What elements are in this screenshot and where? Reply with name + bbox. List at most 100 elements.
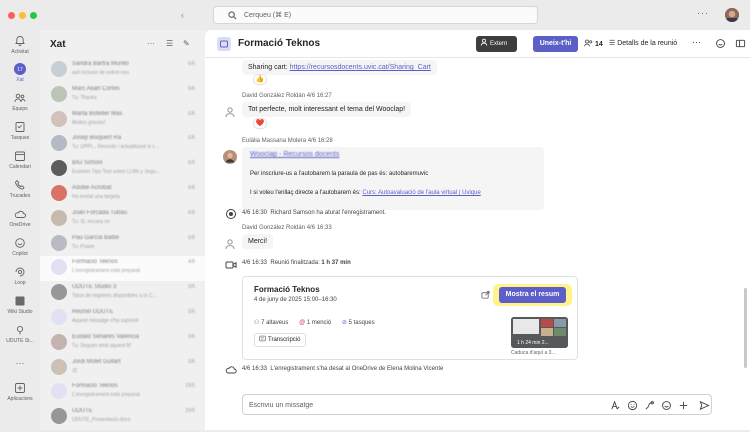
system-time: 4/6 16:33 <box>242 366 268 372</box>
rail-onedrive[interactable]: OneDrive <box>0 208 40 228</box>
cloud-icon <box>14 210 26 218</box>
search-icon <box>228 11 237 20</box>
share-icon[interactable] <box>481 290 490 299</box>
more-options-icon[interactable]: ··· <box>147 39 155 48</box>
rail-onedrive-label: OneDrive <box>9 222 31 228</box>
tasks-icon <box>15 122 25 132</box>
transcript-button[interactable]: Transcripció <box>254 333 307 347</box>
search-input[interactable]: Cerqueu (⌘ E) <box>213 6 538 24</box>
rail-calls[interactable]: Trucades <box>0 179 40 199</box>
chat-list-header: Xat ··· ☰ ✎ <box>40 30 205 58</box>
new-chat-icon[interactable]: ✎ <box>183 39 190 48</box>
show-recap-button[interactable]: Mostra el resum <box>499 287 566 303</box>
pop-out-icon[interactable] <box>735 38 746 49</box>
teams-icon <box>14 93 26 103</box>
external-user-icon <box>480 38 488 46</box>
message-bubble: Sharing cart: https://recursosdocents.uv… <box>242 60 437 75</box>
user-avatar[interactable] <box>725 8 739 22</box>
copilot-compose-icon[interactable] <box>661 400 672 411</box>
user-avatar-image <box>725 8 739 22</box>
participants-button[interactable]: 14 <box>584 39 603 48</box>
rail-calendar[interactable]: Calendari <box>0 150 40 170</box>
more-options-icon[interactable]: ··· <box>692 37 701 47</box>
more-options-icon[interactable]: ··· <box>697 8 709 18</box>
minimize-window-button[interactable] <box>19 12 26 19</box>
speakers-count: 7 altaveus <box>261 320 289 326</box>
svg-text:17: 17 <box>17 67 23 73</box>
rail-apps[interactable]: Aplicacions <box>0 382 40 402</box>
message-bubble: Wooclap - Recursos docents Per inscriure… <box>242 147 544 210</box>
rail-copilot[interactable]: Copilot <box>0 237 40 257</box>
system-text: Richard Samson ha aturat l'enregistramen… <box>270 210 386 216</box>
mentions-stat[interactable]: @ 1 menció <box>299 320 331 326</box>
reaction-badge[interactable]: 👍 <box>253 74 267 85</box>
tasks-stat[interactable]: ⊘ 5 tasques <box>342 320 375 326</box>
rail-activity[interactable]: Activitat <box>0 35 40 55</box>
system-text: Reunió finalitzada: <box>270 260 320 266</box>
rail-teams[interactable]: Equips <box>0 92 40 112</box>
task-check-icon: ⊘ <box>341 320 347 326</box>
rail-calls-label: Trucades <box>9 193 31 199</box>
close-window-button[interactable] <box>8 12 15 19</box>
phone-icon <box>15 179 25 190</box>
message-text: I si voleu l'enllaç directe a l'autobare… <box>250 190 481 196</box>
bell-icon <box>15 36 25 46</box>
wiki-icon <box>15 296 25 306</box>
recording-thumbnail[interactable]: 1 h 24 min 2... <box>511 317 568 348</box>
copilot-icon[interactable] <box>715 38 726 49</box>
rail-tasks-label: Tasques <box>10 135 30 141</box>
message-link[interactable]: Curs: Autoavaluació de l'aula virtual | … <box>362 190 480 196</box>
meeting-chat-icon <box>217 37 231 51</box>
recording-stopped-icon <box>226 209 236 219</box>
meeting-details-tab[interactable]: ☰ Detalls de la reunió <box>609 39 677 47</box>
plus-icon[interactable] <box>678 400 689 411</box>
message-text-prefix: I si voleu l'enllaç directe a l'autobare… <box>250 190 363 196</box>
rail-loop-label: Loop <box>14 280 26 286</box>
loop-component-icon[interactable] <box>644 400 655 411</box>
rail-loop[interactable]: Loop <box>0 266 40 286</box>
extern-badge-button[interactable]: Extern <box>476 36 517 52</box>
chevron-left-icon[interactable]: ‹ <box>181 10 184 20</box>
rail-teams-label: Equips <box>12 106 28 112</box>
rail-calendar-label: Calendari <box>9 164 31 170</box>
app-icon <box>16 325 24 335</box>
message-meta: Eulàlia Massana Molera 4/6 16:28 <box>242 138 333 144</box>
emoji-icon[interactable] <box>627 400 638 411</box>
chat-list-title: Xat <box>50 39 66 50</box>
message-text: Sharing cart: <box>248 64 290 71</box>
message-link[interactable]: https://recursosdocents.uvic.cat/Sharing… <box>290 64 431 71</box>
speakers-stat[interactable]: ⚇ 7 altaveus <box>254 320 288 326</box>
join-meeting-button[interactable]: Uneix-t'hi <box>533 36 578 52</box>
conversation-title: Formació Teknos <box>238 38 321 49</box>
scrollbar[interactable] <box>744 288 747 368</box>
maximize-window-button[interactable] <box>30 12 37 19</box>
rail-chat[interactable]: 17 Xat <box>0 63 40 83</box>
avatar <box>223 150 237 164</box>
apps-icon <box>15 383 25 393</box>
system-time: 4/6 16:33 <box>242 260 268 266</box>
system-message: 4/6 16:33 Reunió finalitzada: 1 h 37 min <box>242 260 351 266</box>
rail-tasks[interactable]: Tasques <box>0 121 40 141</box>
message-bubble: Merci! <box>242 234 274 249</box>
format-icon[interactable] <box>610 400 621 411</box>
loop-icon <box>15 267 25 277</box>
external-user-icon <box>225 107 235 118</box>
chat-icon: 17 <box>14 63 26 75</box>
meeting-duration: 1 h 37 min <box>321 260 351 266</box>
rail-udute-studio[interactable]: UDUTE St... <box>0 324 40 344</box>
rail-more[interactable]: ··· <box>0 358 40 368</box>
send-icon[interactable] <box>699 400 710 411</box>
message-input[interactable] <box>249 399 589 411</box>
transcript-icon <box>259 335 266 342</box>
mentions-count: 1 menció <box>306 320 332 326</box>
rail-wiki-studio[interactable]: Wiki Studio <box>0 295 40 315</box>
reaction-badge[interactable]: ❤️ <box>253 118 267 129</box>
message-bubble: Tot perfecte, molt interessant el tema d… <box>242 102 412 117</box>
meeting-details-label: Detalls de la reunió <box>617 40 678 47</box>
rail-udute-studio-label: UDUTE St... <box>6 338 34 344</box>
copilot-icon <box>15 238 25 248</box>
message-link[interactable]: Wooclap - Recursos docents <box>250 151 339 158</box>
system-time: 4/6 16:30 <box>242 210 268 216</box>
tasks-count: 5 tasques <box>348 320 375 326</box>
filter-icon[interactable]: ☰ <box>166 39 173 48</box>
